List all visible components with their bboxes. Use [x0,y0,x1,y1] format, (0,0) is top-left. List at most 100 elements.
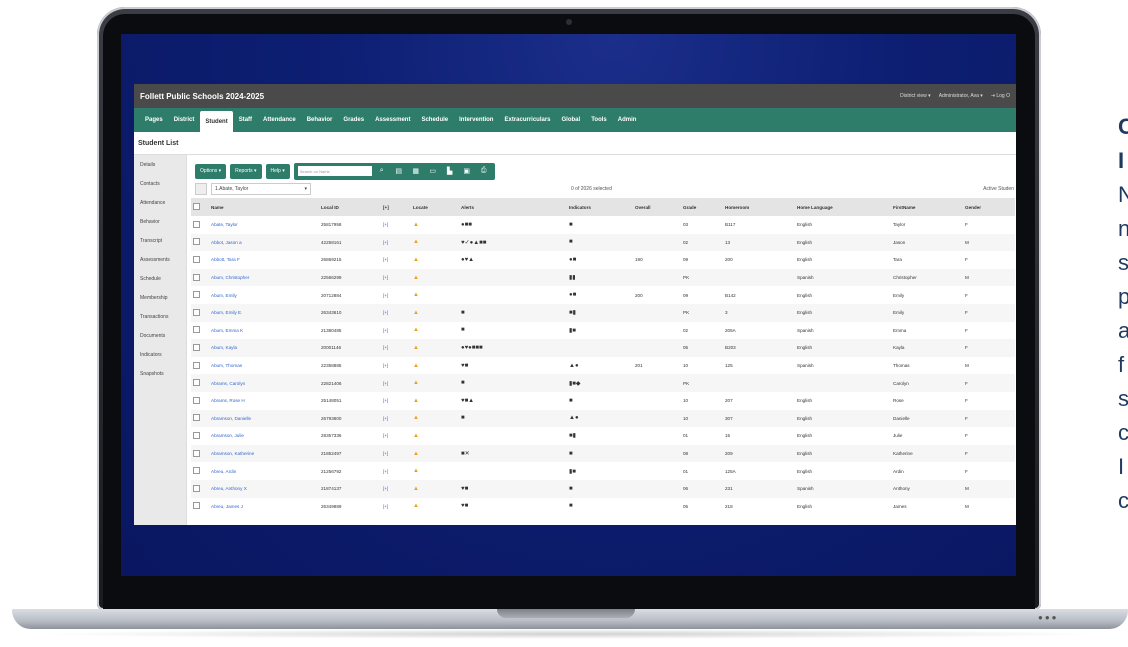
row-checkbox[interactable] [193,396,200,404]
table-row[interactable]: Abrams, Rose H 25148051 [+] ▲ ♥■▲ ■ 10 207 Engli… [191,392,1015,410]
chart-icon[interactable]: ▙ [443,166,457,176]
row-checkbox[interactable] [193,379,200,387]
expand-link[interactable]: [+] [381,392,411,410]
expand-link[interactable]: [+] [381,357,411,375]
student-name-link[interactable]: Abreu, Anthony X [209,479,319,498]
row-checkbox[interactable] [193,431,200,439]
table-row[interactable]: Abreu, Anthony X 21874137 [+] ▲ ♥■ ■ 06 231 Span… [191,479,1015,498]
tab-admin[interactable]: Admin [613,108,642,132]
student-name-link[interactable]: Abum, Emily E. [209,303,319,322]
column-header[interactable] [191,198,209,216]
tab-staff[interactable]: Staff [234,108,257,132]
sidebar-item-documents[interactable]: Documents [134,326,186,345]
table-row[interactable]: Abramson, Danielle 26793600 [+] ▲ ■ ▲● 10 307 En… [191,409,1015,428]
sidebar-item-behavior[interactable]: Behavior [134,212,186,231]
column-header[interactable]: Local ID [319,198,381,216]
table-row[interactable]: Abbot, Jason a 42258161 [+] ▲ ♥✓●▲■■ ■ 02 13 Eng… [191,233,1015,252]
table-row[interactable]: Abum, Emma K 21380485 [+] ▲ ■ ▮■ 02 205A Spanish… [191,322,1015,340]
row-checkbox[interactable] [193,467,200,475]
tab-extracurriculars[interactable]: Extracurriculars [499,108,555,132]
expand-link[interactable]: [+] [381,216,411,234]
sidebar-item-indicators[interactable]: Indicators [134,345,186,364]
expand-link[interactable]: [+] [381,462,411,480]
student-name-link[interactable]: Abramson, Julie [209,427,319,445]
expand-link[interactable]: [+] [381,322,411,340]
export-icon[interactable]: ▣ [460,166,474,176]
sidebar-item-transactions[interactable]: Transactions [134,307,186,326]
row-checkbox[interactable] [193,343,200,351]
topbar-item[interactable]: ⇥ Log O [991,93,1010,99]
print-icon[interactable]: ⎙ [477,166,491,176]
sidebar-item-assessments[interactable]: Assessments [134,250,186,269]
student-name-link[interactable]: Abreu, Ardin [209,462,319,480]
sidebar-item-attendance[interactable]: Attendance [134,193,186,212]
topbar-item[interactable]: Administrator, Ava ▾ [939,93,983,99]
student-name-link[interactable]: Abrams, Rose H [209,392,319,410]
student-name-link[interactable]: Abum, Christopher [209,268,319,287]
tab-assessment[interactable]: Assessment [370,108,415,132]
student-name-link[interactable]: Abbott, Tara F [209,251,319,269]
expand-link[interactable]: [+] [381,286,411,304]
expand-link[interactable]: [+] [381,427,411,445]
table-row[interactable]: Abum, Emily E. 26343610 [+] ▲ ■ ■▮ PK 3 English E… [191,303,1015,322]
sidebar-item-contacts[interactable]: Contacts [134,174,186,193]
expand-link[interactable]: [+] [381,409,411,428]
student-name-link[interactable]: Abreu, James J [209,498,319,516]
expand-link[interactable]: [+] [381,303,411,322]
tab-student[interactable]: Student [200,111,233,132]
row-checkbox[interactable] [193,484,200,492]
card-icon[interactable]: ▭ [426,166,440,176]
student-name-link[interactable]: Abum, Emily [209,286,319,304]
row-checkbox[interactable] [193,255,200,263]
student-name-link[interactable]: Abum, Thomas [209,357,319,375]
student-name-link[interactable]: Abrams, Carolyn [209,374,319,392]
reports-button[interactable]: Reports ▾ [230,163,262,179]
search-input[interactable]: Search on Name [297,166,372,176]
row-checkbox[interactable] [193,238,200,246]
expand-link[interactable]: [+] [381,374,411,392]
sidebar-item-details[interactable]: Details [134,155,186,174]
expand-link[interactable]: [+] [381,444,411,463]
row-checkbox[interactable] [193,502,200,510]
student-name-link[interactable]: Abum, Kayla [209,339,319,357]
row-checkbox[interactable] [193,414,200,422]
table-row[interactable]: Abramson, Katherine 21852497 [+] ▲ ■✕ ■ 08 209 E… [191,444,1015,463]
column-header[interactable]: Name [209,198,319,216]
sidebar-item-schedule[interactable]: Schedule [134,269,186,288]
table-row[interactable]: Abbott, Tara F 26869215 [+] ▲ ●♥▲ ●■ 190 09 200 E… [191,251,1015,269]
expand-link[interactable]: [+] [381,339,411,357]
table-row[interactable]: Abrams, Carolyn 22821406 [+] ▲ ■ ▮■◆ PK Carolyn… [191,374,1015,392]
tab-behavior[interactable]: Behavior [302,108,338,132]
expand-link[interactable]: [+] [381,479,411,498]
sidebar-item-transcript[interactable]: Transcript [134,231,186,250]
row-checkbox[interactable] [193,449,200,457]
student-name-link[interactable]: Abbot, Jason a [209,233,319,252]
select-all-checkbox[interactable] [195,183,207,195]
student-name-link[interactable]: Abate, Taylor [209,216,319,234]
help-button[interactable]: Help ▾ [265,163,290,179]
table-row[interactable]: Abreu, Ardin 21256792 [+] ▲ ▮■ 01 125A English A… [191,462,1015,480]
expand-link[interactable]: [+] [381,498,411,516]
row-checkbox[interactable] [193,220,200,228]
topbar-item[interactable]: District view ▾ [900,93,931,99]
table-row[interactable]: Abate, Taylor 25817958 [+] ▲ ●■■ ■ 03 B117 Engli… [191,216,1015,234]
header-checkbox[interactable] [193,203,200,210]
expand-link[interactable]: [+] [381,233,411,252]
row-checkbox[interactable] [193,308,200,316]
tab-intervention[interactable]: Intervention [454,108,498,132]
table-row[interactable]: Abum, Christopher 22566299 [+] ▲ ▮▮ PK Spanish… [191,268,1015,287]
expand-link[interactable]: [+] [381,268,411,287]
table-row[interactable]: Abum, Kayla 20001146 [+] ▲ ●♥●■■■ 05 B203 Engli… [191,339,1015,357]
table-row[interactable]: Abreu, James J 26349889 [+] ▲ ♥■ ■ 05 218 Englis… [191,498,1015,516]
sidebar-item-snapshots[interactable]: Snapshots [134,364,186,383]
table-row[interactable]: Abramson, Julie 28357336 [+] ▲ ■▮ 01 15 English… [191,427,1015,445]
table-row[interactable]: Abum, Thomas 22358885 [+] ▲ ♥■ ▲● 201 10 125 Span… [191,357,1015,375]
row-checkbox[interactable] [193,326,200,334]
row-checkbox[interactable] [193,291,200,299]
student-name-link[interactable]: Abramson, Katherine [209,444,319,463]
options-button[interactable]: Options ▾ [195,163,227,179]
table-row[interactable]: Abum, Emily 20712884 [+] ▲ ●■ 200 09 B142 Englis… [191,286,1015,304]
student-name-link[interactable]: Abramson, Danielle [209,409,319,428]
grid-icon[interactable]: ▦ [409,166,423,176]
tab-global[interactable]: Global [557,108,586,132]
